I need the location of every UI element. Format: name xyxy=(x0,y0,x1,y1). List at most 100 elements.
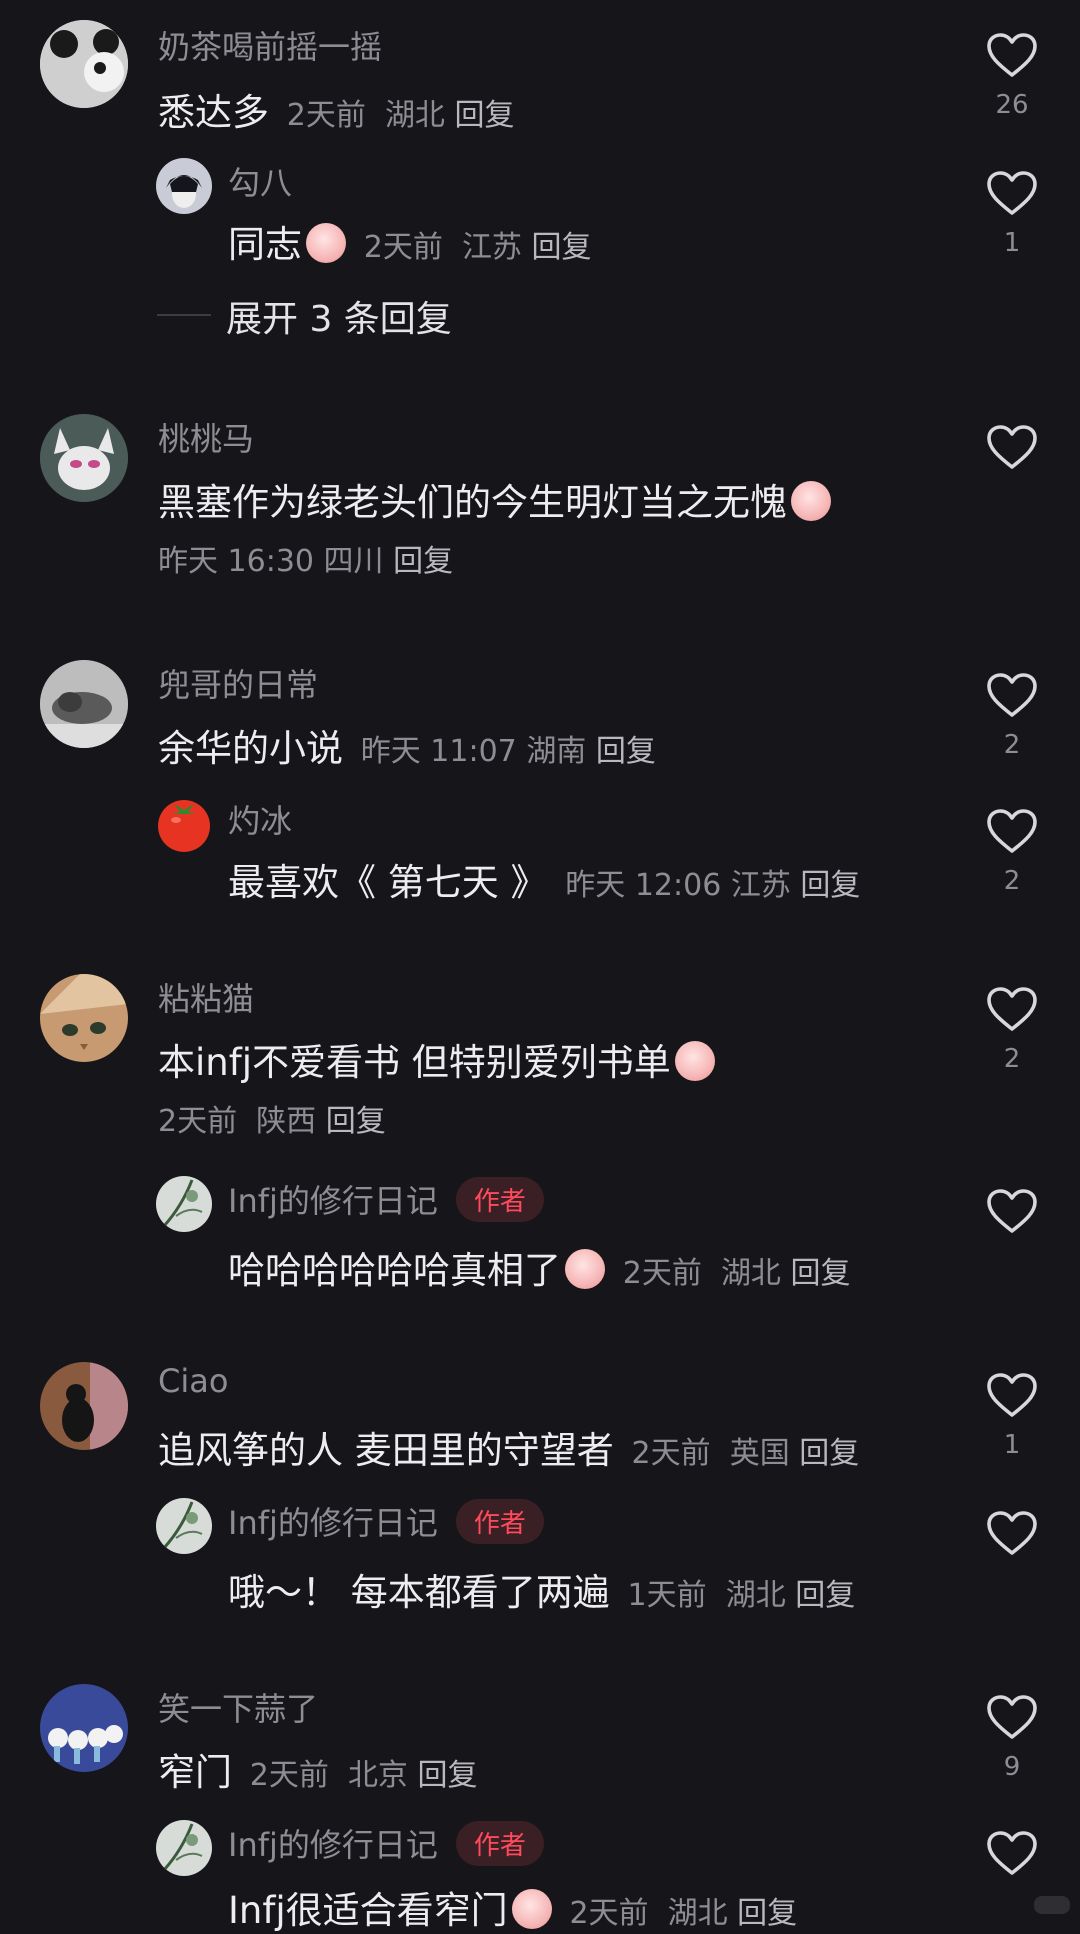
like-button[interactable]: 2 xyxy=(977,986,1047,1074)
bamboo-avatar-icon[interactable] xyxy=(156,1176,212,1232)
heart-icon[interactable] xyxy=(986,424,1038,470)
panda-avatar-icon[interactable] xyxy=(40,20,128,108)
reply-body: 最喜欢《 第七天 》 xyxy=(228,861,548,904)
comment-meta: 2天前 英国 回复 xyxy=(631,1436,860,1471)
comment-meta: 2天前 湖北 回复 xyxy=(286,98,515,133)
like-count: 26 xyxy=(995,90,1029,120)
heart-icon[interactable] xyxy=(986,1188,1038,1234)
like-button[interactable]: 26 xyxy=(977,32,1047,120)
reply-meta: 2天前 湖北 回复 xyxy=(622,1256,851,1291)
bamboo-avatar-icon[interactable] xyxy=(156,1820,212,1876)
heart-icon[interactable] xyxy=(986,1510,1038,1556)
reply-button[interactable]: 回复 xyxy=(799,1436,859,1471)
heart-icon[interactable] xyxy=(986,1830,1038,1876)
author-tag: 作者 xyxy=(455,1176,544,1222)
black-cat-avatar-icon[interactable] xyxy=(40,1362,128,1450)
reply-button[interactable]: 回复 xyxy=(393,544,453,579)
author-tag: 作者 xyxy=(455,1820,544,1866)
like-count: 9 xyxy=(1003,1752,1021,1782)
comment-body: 窄门 xyxy=(158,1751,232,1794)
reply-text: 同志 2天前 江苏 回复 xyxy=(228,214,591,268)
heart-icon[interactable] xyxy=(986,170,1038,216)
like-button[interactable]: 1 xyxy=(977,1372,1047,1460)
bamboo-avatar-icon[interactable] xyxy=(156,1498,212,1554)
reply-button[interactable]: 回复 xyxy=(795,1578,855,1613)
pray-face-emoji-icon xyxy=(791,480,831,521)
like-button[interactable]: 1 xyxy=(977,170,1047,258)
commenter-name[interactable]: 桃桃马 xyxy=(158,414,254,460)
author-tag: 作者 xyxy=(455,1498,544,1544)
reply-author-name[interactable]: 勾八 xyxy=(228,158,292,204)
comment-body: 黑塞作为绿老头们的今生明灯当之无愧 xyxy=(158,481,787,524)
comment-body: 追风筝的人 麦田里的守望者 xyxy=(158,1429,614,1472)
comment-text: 本infj不爱看书 但特别爱列书单 xyxy=(158,1032,715,1086)
like-count: 2 xyxy=(1003,730,1021,760)
reply-body: 哈哈哈哈哈哈真相了 xyxy=(228,1249,561,1292)
tomato-avatar-icon[interactable] xyxy=(156,796,212,852)
painted-cat-avatar-icon[interactable] xyxy=(40,974,128,1062)
heart-icon[interactable] xyxy=(986,672,1038,718)
reply-button[interactable]: 回复 xyxy=(737,1896,797,1931)
cat-photo-avatar-icon[interactable] xyxy=(40,660,128,748)
watermark-badge xyxy=(1034,1896,1070,1914)
reply-author-name[interactable]: Infj的修行日记 作者 xyxy=(228,1176,544,1226)
reply-button[interactable]: 回复 xyxy=(596,734,656,769)
expand-replies-button[interactable]: 展开 3 条回复 xyxy=(226,290,452,342)
like-button[interactable] xyxy=(977,1510,1047,1598)
like-count xyxy=(977,1246,1047,1276)
smirk-face-emoji-icon xyxy=(565,1248,605,1289)
crying-face-emoji-icon xyxy=(674,1040,715,1081)
heart-icon[interactable] xyxy=(986,986,1038,1032)
heart-icon[interactable] xyxy=(986,808,1038,854)
reply-body: Infj很适合看窄门 xyxy=(228,1889,508,1932)
reply-button[interactable]: 回复 xyxy=(531,230,591,265)
like-button[interactable]: 9 xyxy=(977,1694,1047,1782)
reply-meta: 2天前 江苏 回复 xyxy=(363,230,592,265)
like-button[interactable]: 2 xyxy=(977,808,1047,896)
heart-icon[interactable] xyxy=(986,1372,1038,1418)
cartoon-cat-avatar-icon[interactable] xyxy=(40,414,128,502)
reply-button[interactable]: 回复 xyxy=(326,1104,386,1139)
comment-body: 余华的小说 xyxy=(158,727,343,770)
reply-body: 同志 xyxy=(228,223,302,266)
reply-text: Infj很适合看窄门 2天前 湖北 回复 xyxy=(228,1880,797,1934)
reply-text: 哦～！ 每本都看了两遍 1天前 湖北 回复 xyxy=(228,1562,855,1616)
reply-meta: 1天前 湖北 回复 xyxy=(627,1578,856,1613)
anime-boy-avatar-icon[interactable] xyxy=(156,158,212,214)
comment-meta: 2天前 北京 回复 xyxy=(249,1758,478,1793)
garlic-avatar-icon[interactable] xyxy=(40,1684,128,1772)
comment-meta: 昨天 16:30 四川 回复 xyxy=(158,544,454,579)
comment-body: 本infj不爱看书 但特别爱列书单 xyxy=(158,1041,671,1084)
comment-text: 余华的小说 昨天 11:07 湖南 回复 xyxy=(158,718,656,772)
heart-icon[interactable] xyxy=(986,1694,1038,1740)
like-button[interactable]: 2 xyxy=(977,672,1047,760)
commenter-name[interactable]: 粘粘猫 xyxy=(158,974,254,1020)
like-button[interactable] xyxy=(977,424,1047,512)
like-count: 1 xyxy=(1003,228,1021,258)
reply-button[interactable]: 回复 xyxy=(800,868,860,903)
comment-meta: 昨天 11:07 湖南 回复 xyxy=(360,734,656,769)
comment-body: 悉达多 xyxy=(158,91,269,134)
reply-button[interactable]: 回复 xyxy=(790,1256,850,1291)
like-button[interactable] xyxy=(977,1188,1047,1276)
reply-text: 哈哈哈哈哈哈真相了 2天前 湖北 回复 xyxy=(228,1240,850,1294)
expand-divider xyxy=(157,314,211,316)
reply-author-name[interactable]: 灼冰 xyxy=(228,796,292,842)
reply-meta: 昨天 12:06 江苏 回复 xyxy=(565,868,861,903)
reply-author-name[interactable]: Infj的修行日记 作者 xyxy=(228,1498,544,1548)
reply-button[interactable]: 回复 xyxy=(454,98,514,133)
comment-text: 窄门 2天前 北京 回复 xyxy=(158,1742,477,1796)
commenter-name[interactable]: 奶茶喝前摇一摇 xyxy=(158,22,382,68)
commenter-name[interactable]: 笑一下蒜了 xyxy=(158,1684,318,1730)
comment-text: 悉达多 2天前 湖北 回复 xyxy=(158,82,514,136)
commenter-name[interactable]: Ciao xyxy=(158,1362,228,1400)
comment-meta: 2天前 陕西 回复 xyxy=(158,1104,386,1139)
commenter-name[interactable]: 兜哥的日常 xyxy=(158,660,318,706)
heart-icon[interactable] xyxy=(986,32,1038,78)
comment-text: 黑塞作为绿老头们的今生明灯当之无愧 xyxy=(158,472,831,526)
like-count xyxy=(977,1568,1047,1598)
like-count xyxy=(977,482,1047,512)
reply-button[interactable]: 回复 xyxy=(417,1758,477,1793)
comment-text: 追风筝的人 麦田里的守望者 2天前 英国 回复 xyxy=(158,1420,859,1474)
reply-author-name[interactable]: Infj的修行日记 作者 xyxy=(228,1820,544,1870)
